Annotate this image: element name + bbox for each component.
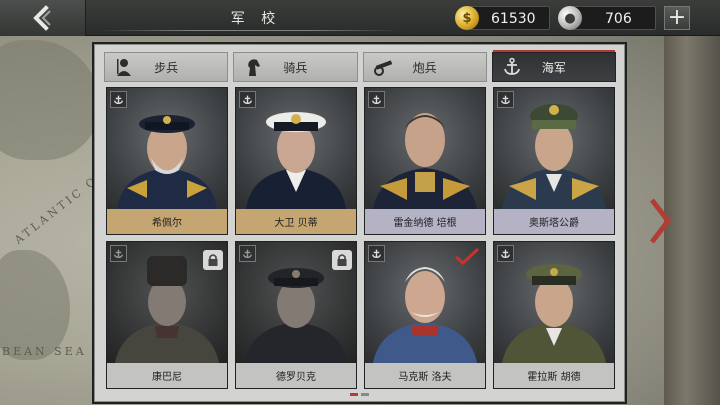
- general-name: 德罗贝克: [236, 363, 356, 388]
- page-title: 军 校: [230, 11, 282, 27]
- selected-check-icon: [453, 246, 481, 268]
- page-dot-active[interactable]: [350, 393, 358, 396]
- map-landmass: [0, 250, 70, 360]
- general-grid: 希佩尔 大卫 贝蒂 雷金纳德 培根 奥斯塔公爵 康巴尼 德罗贝克 马克斯 洛夫 …: [106, 87, 618, 389]
- add-currency-button[interactable]: +: [664, 6, 690, 30]
- next-page-arrow-icon[interactable]: [648, 196, 672, 246]
- back-button[interactable]: [0, 0, 86, 36]
- general-name: 霍拉斯 胡德: [494, 363, 614, 388]
- anchor-icon: [239, 91, 256, 108]
- page-title-wrap: 军 校: [172, 4, 340, 32]
- general-card[interactable]: 康巴尼: [106, 241, 228, 389]
- page-dot[interactable]: [361, 393, 369, 396]
- tab-label: 炮兵: [412, 60, 437, 75]
- academy-panel: 步兵 骑兵 炮兵 海军 希佩尔 大卫 贝蒂 雷金纳德 培根 奥斯塔公爵 康巴尼 …: [92, 42, 627, 404]
- general-name: 雷金纳德 培根: [365, 209, 485, 234]
- gold-coin-icon: $: [455, 6, 479, 30]
- anchor-icon: [239, 245, 256, 262]
- lock-icon: [332, 250, 352, 270]
- tab-infantry[interactable]: 步兵: [104, 52, 229, 82]
- anchor-icon: [497, 245, 514, 262]
- title-underline: [100, 30, 400, 31]
- anchor-icon: [497, 91, 514, 108]
- general-card[interactable]: 马克斯 洛夫: [364, 241, 486, 389]
- tab-cavalry[interactable]: 骑兵: [233, 52, 358, 82]
- general-name: 大卫 贝蒂: [236, 209, 356, 234]
- plus-icon: +: [667, 5, 687, 30]
- gold-currency-box: 61530: [470, 6, 550, 30]
- general-card[interactable]: 德罗贝克: [235, 241, 357, 389]
- tab-label: 步兵: [154, 60, 179, 75]
- silver-coin-icon: ●: [558, 6, 582, 30]
- general-card[interactable]: 希佩尔: [106, 87, 228, 235]
- anchor-icon: [368, 245, 385, 262]
- lock-icon: [203, 250, 223, 270]
- tab-label: 骑兵: [283, 60, 308, 75]
- gold-amount: 61530: [491, 11, 536, 27]
- anchor-icon: [110, 91, 127, 108]
- top-bar: 军 校 61530 $ 706 ● +: [0, 0, 720, 36]
- general-name: 康巴尼: [107, 363, 227, 388]
- tab-label: 海军: [541, 60, 566, 75]
- general-card[interactable]: 奥斯塔公爵: [493, 87, 615, 235]
- general-name: 奥斯塔公爵: [494, 209, 614, 234]
- general-card[interactable]: 霍拉斯 胡德: [493, 241, 615, 389]
- back-arrow-icon: [33, 5, 51, 31]
- branch-tabs: 步兵 骑兵 炮兵 海军: [104, 50, 616, 84]
- general-card[interactable]: 大卫 贝蒂: [235, 87, 357, 235]
- anchor-icon: [368, 91, 385, 108]
- tab-navy[interactable]: 海军: [491, 50, 616, 82]
- map-label-sea: BEAN SEA: [2, 345, 87, 358]
- general-name: 马克斯 洛夫: [365, 363, 485, 388]
- map-right-strip: [664, 0, 720, 405]
- silver-currency-box: 706: [572, 6, 656, 30]
- general-card[interactable]: 雷金纳德 培根: [364, 87, 486, 235]
- map-landmass: [0, 40, 100, 160]
- page-indicator: [350, 393, 369, 396]
- anchor-icon: [110, 245, 127, 262]
- silver-amount: 706: [605, 11, 632, 27]
- tab-artillery[interactable]: 炮兵: [362, 52, 487, 82]
- general-name: 希佩尔: [107, 209, 227, 234]
